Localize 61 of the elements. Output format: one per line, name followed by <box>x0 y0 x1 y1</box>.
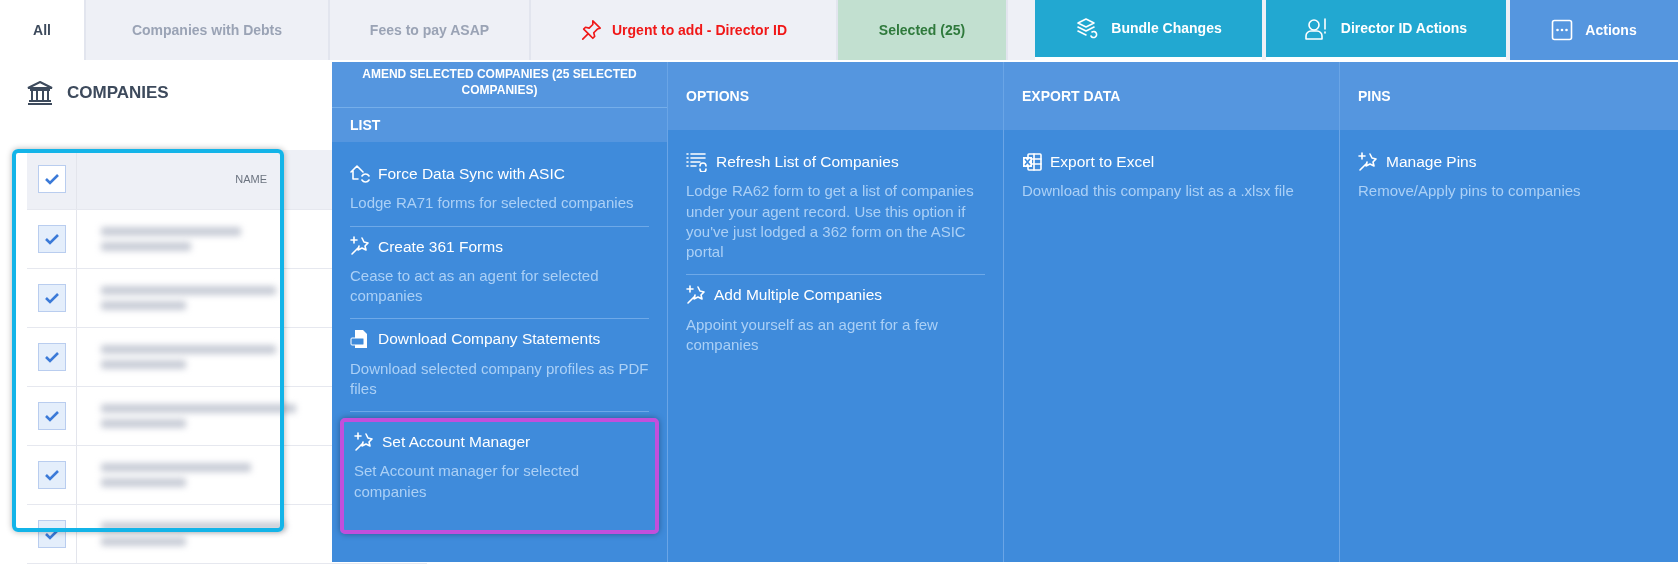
magic-wand-icon <box>1358 151 1378 172</box>
check-icon <box>43 350 60 363</box>
more-icon <box>1551 19 1574 41</box>
action-tab[interactable]: Director ID Actions <box>1266 0 1506 60</box>
menu-item-title: Export to Excel <box>1050 152 1155 172</box>
menu-item-title: Set Account Manager <box>382 432 531 452</box>
menu-heading: LIST <box>332 108 667 142</box>
list-sync-icon <box>686 151 708 172</box>
menu-item[interactable]: Create 361 Forms Cease to act as an agent for selected companies <box>350 226 649 320</box>
check-icon <box>43 291 60 304</box>
menu-item-title: Create 361 Forms <box>378 236 503 257</box>
check-icon <box>43 173 60 185</box>
check-icon <box>43 409 60 422</box>
menu-item[interactable]: Manage Pins Remove/Apply pins to companies <box>1358 142 1660 214</box>
checkbox[interactable] <box>37 342 66 371</box>
menu-item-title: Force Data Sync with ASIC <box>378 164 565 184</box>
menu-item-description: Lodge RA71 forms for selected companies <box>350 193 635 214</box>
menu-item[interactable]: Add Multiple Companies Appoint yourself as an agent for a few companies <box>686 275 985 367</box>
menu-heading: OPTIONS <box>668 62 1003 130</box>
checkbox[interactable] <box>37 165 66 193</box>
section-title: COMPANIES <box>67 82 169 104</box>
person-alert-icon <box>1304 16 1329 41</box>
checkbox[interactable] <box>37 283 66 312</box>
menu-item-title: Manage Pins <box>1386 152 1477 172</box>
bank-icon <box>27 80 53 105</box>
menu-heading: EXPORT DATA <box>1004 62 1339 130</box>
menu-item[interactable]: Refresh List of Companies Lodge RA62 form to get a list of companies under your agent record. Use this option if you've just lodged a 362 form on the ASIC portal <box>686 142 985 276</box>
pdf-file-icon <box>350 328 370 349</box>
check-icon <box>43 232 60 245</box>
menu-item-description: Lodge RA62 form to get a list of companies under your agent record. Use this option if you've just lodged a 362 form on the ASIC portal <box>686 181 975 262</box>
menu-item-description: Remove/Apply pins to companies <box>1358 181 1582 202</box>
checkbox[interactable] <box>37 401 66 430</box>
menu-item[interactable]: Set Account Manager Set Account manager for selected companies <box>340 418 659 534</box>
menu-item[interactable]: Force Data Sync with ASIC Lodge RA71 forms for selected companies <box>350 154 649 227</box>
filter-tab[interactable]: All <box>0 0 86 60</box>
menu-item-title: Add Multiple Companies <box>714 285 882 306</box>
menu-heading: PINS <box>1340 62 1678 130</box>
magic-wand-icon <box>354 431 374 452</box>
action-tab[interactable]: Bundle Changes <box>1035 0 1262 60</box>
check-icon <box>43 468 60 481</box>
filter-tab[interactable]: Selected (25) <box>838 0 1008 60</box>
menu-item-description: Appoint yourself as an agent for a few companies <box>686 314 939 355</box>
menu-item-description: Download selected company profiles as PDF files <box>350 358 649 399</box>
menu-item-title: Download Company Statements <box>378 329 601 350</box>
pin-icon <box>580 19 602 41</box>
house-sync-icon <box>350 163 370 184</box>
checkbox[interactable] <box>37 224 66 253</box>
menu-item-description: Download this company list as a .xlsx file <box>1022 181 1295 202</box>
magic-wand-icon <box>350 236 370 257</box>
checkbox[interactable] <box>37 460 66 489</box>
stack-icon <box>1075 17 1100 40</box>
menu-item[interactable]: Export to Excel Download this company list as a .xlsx file <box>1022 142 1321 214</box>
menu-item-description: Cease to act as an agent for selected companies <box>350 265 600 306</box>
magic-wand-icon <box>686 284 706 305</box>
menu-item[interactable]: Download Company Statements Download selected company profiles as PDF files <box>350 319 649 412</box>
menu-item-title: Refresh List of Companies <box>716 152 899 172</box>
column-header: NAME <box>235 171 267 187</box>
spreadsheet-icon <box>1022 151 1042 172</box>
menu-item-description: Set Account manager for selected companies <box>354 461 581 502</box>
action-tab[interactable]: Actions <box>1510 0 1678 60</box>
menu-title: AMEND SELECTED COMPANIES (25 SELECTED COMPANIES) <box>332 62 667 108</box>
